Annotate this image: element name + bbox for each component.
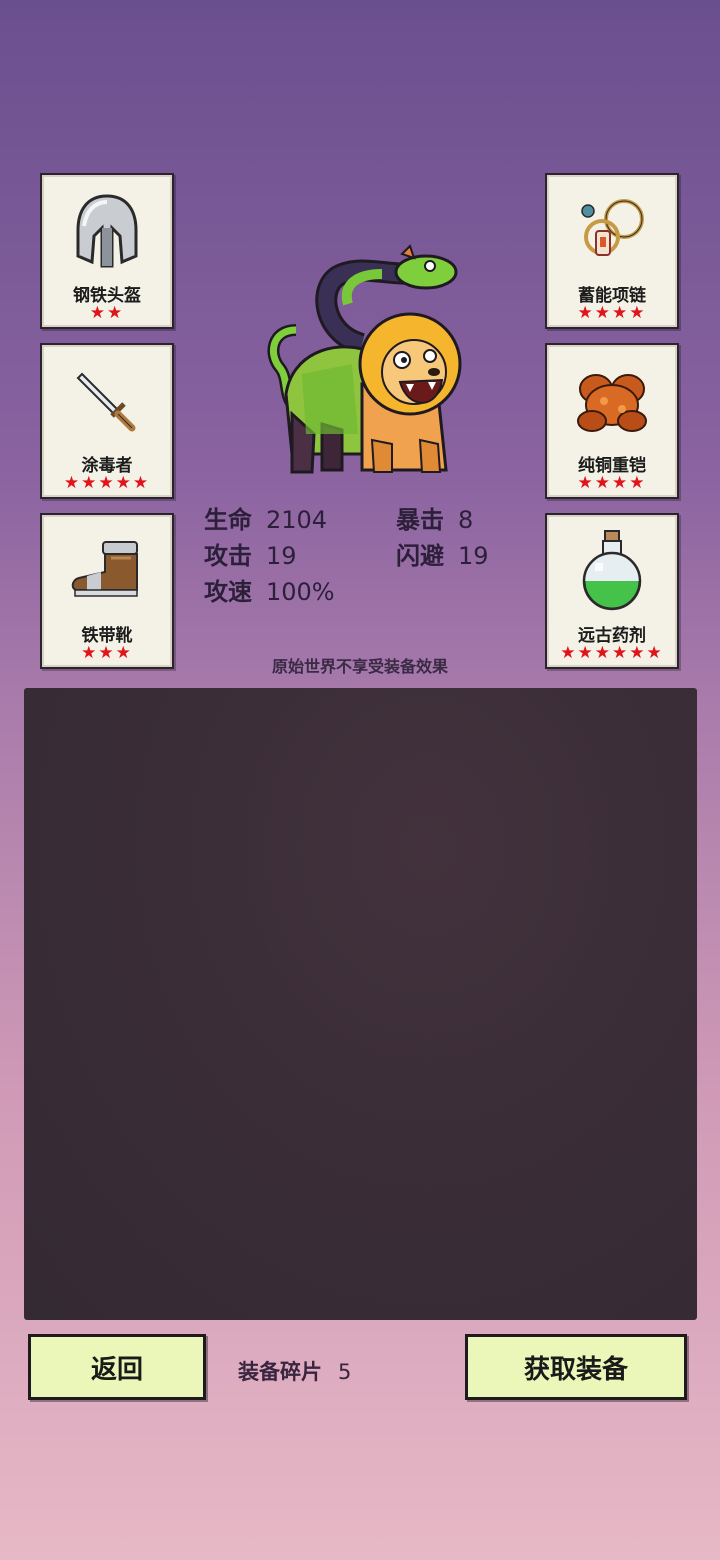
- stat-value: 100%: [266, 578, 335, 606]
- inventory-panel[interactable]: [24, 688, 697, 1320]
- stat-value: 8: [458, 506, 474, 534]
- stat-atk: 攻击 19: [204, 536, 297, 571]
- potion-icon: [547, 529, 677, 613]
- equip-slot-boots[interactable]: 铁带靴 ★★★: [40, 513, 174, 669]
- stat-speed: 攻速 100%: [204, 572, 335, 607]
- helmet-icon: [42, 189, 172, 273]
- get-equipment-button[interactable]: 获取装备: [465, 1334, 687, 1400]
- fragments-counter: 装备碎片 5: [238, 1356, 351, 1386]
- star-rating: ★★★★: [577, 303, 647, 323]
- equip-slot-weapon[interactable]: 涂毒者 ★★★★★: [40, 343, 174, 499]
- equip-slot-potion[interactable]: 远古药剂 ★★★★★★: [545, 513, 679, 669]
- back-button[interactable]: 返回: [28, 1334, 206, 1400]
- equip-slot-helmet[interactable]: 钢铁头盔 ★★: [40, 173, 174, 329]
- stat-label: 攻击: [204, 542, 252, 570]
- stat-label: 生命: [204, 506, 252, 534]
- armor-icon: [547, 359, 677, 443]
- equip-slot-armor[interactable]: 纯铜重铠 ★★★★: [545, 343, 679, 499]
- star-rating: ★★★★★★: [560, 643, 664, 663]
- stat-label: 暴击: [396, 506, 444, 534]
- star-rating: ★★★★★: [63, 473, 151, 493]
- stat-value: 2104: [266, 506, 328, 534]
- equipment-note: 原始世界不享受装备效果: [271, 657, 448, 676]
- stat-label: 闪避: [396, 542, 444, 570]
- chimera-sprite: [262, 244, 462, 476]
- stat-crit: 暴击 8: [396, 500, 473, 535]
- fragments-value: 5: [338, 1360, 352, 1384]
- necklace-icon: [547, 189, 677, 273]
- equip-slot-necklace[interactable]: 蓄能项链 ★★★★: [545, 173, 679, 329]
- stat-value: 19: [458, 542, 489, 570]
- boot-icon: [42, 529, 172, 613]
- stat-dodge: 闪避 19: [396, 536, 489, 571]
- fragments-label: 装备碎片: [238, 1360, 322, 1384]
- star-rating: ★★★★: [577, 473, 647, 493]
- stat-value: 19: [266, 542, 297, 570]
- stat-hp: 生命 2104: [204, 500, 327, 535]
- star-rating: ★★: [89, 303, 125, 323]
- stat-label: 攻速: [204, 578, 252, 606]
- dagger-icon: [42, 359, 172, 443]
- star-rating: ★★★: [81, 643, 133, 663]
